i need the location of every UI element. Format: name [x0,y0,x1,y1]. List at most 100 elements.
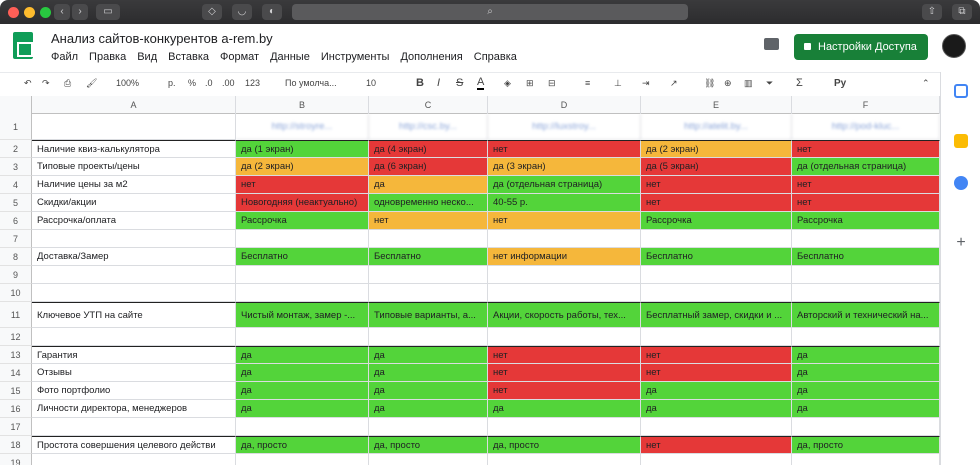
cell-a2[interactable]: Наличие квиз-калькулятора [32,140,236,158]
cell-d3[interactable]: да (3 экран) [488,158,641,176]
cell-f1[interactable]: http://pod-kluc... [792,114,940,140]
row-number[interactable]: 2 [0,140,32,158]
column-header-a[interactable]: A [32,96,236,114]
pocket-icon[interactable]: ◡ [232,4,252,20]
cell-f8[interactable]: Бесплатно [792,248,940,266]
italic-button[interactable]: I [437,77,440,89]
row-number[interactable]: 3 [0,158,32,176]
cell-f17[interactable] [792,418,940,436]
insert-comment-icon[interactable]: ⊕ [724,78,732,89]
document-title[interactable]: Анализ сайтов-конкурентов a-rem.by [51,31,273,46]
select-all-corner[interactable] [0,96,32,114]
cell-a1[interactable] [32,114,236,140]
percent-format-button[interactable]: % [188,78,196,88]
cell-a9[interactable] [32,266,236,284]
cell-b16[interactable]: да [236,400,369,418]
cell-b19[interactable] [236,454,369,465]
menu-data[interactable]: Данные [270,51,310,63]
cell-c17[interactable] [369,418,488,436]
cell-a7[interactable] [32,230,236,248]
menu-addons[interactable]: Дополнения [400,51,462,63]
cell-d10[interactable] [488,284,641,302]
cell-c14[interactable]: да [369,364,488,382]
cell-e16[interactable]: да [641,400,792,418]
cell-c2[interactable]: да (4 экран) [369,140,488,158]
row-number[interactable]: 6 [0,212,32,230]
filter-icon[interactable]: ⏷ [766,78,773,89]
strikethrough-button[interactable]: S [456,77,463,89]
insert-link-icon[interactable]: ⛓ [704,78,715,89]
cell-b18[interactable]: да, просто [236,436,369,454]
cell-f3[interactable]: да (отдельная страница) [792,158,940,176]
cell-a12[interactable] [32,328,236,346]
cell-d19[interactable] [488,454,641,465]
currency-format-button[interactable]: р. [168,78,176,88]
cell-b1[interactable]: http://stroyre... [236,114,369,140]
cell-f14[interactable]: да [792,364,940,382]
cell-c3[interactable]: да (6 экран) [369,158,488,176]
row-number[interactable]: 16 [0,400,32,418]
cell-e12[interactable] [641,328,792,346]
menu-insert[interactable]: Вставка [168,51,209,63]
increase-decimal-button[interactable]: .00 [222,78,235,88]
paint-format-icon[interactable]: 🖌 [86,78,97,89]
print-icon[interactable]: ⎙ [64,78,71,89]
collapse-menu-icon[interactable]: ⌃ [922,78,930,89]
cell-b8[interactable]: Бесплатно [236,248,369,266]
cell-e10[interactable] [641,284,792,302]
redo-icon[interactable]: ↷ [42,78,50,89]
more-formats-button[interactable]: 123 [245,78,260,88]
cell-c16[interactable]: да [369,400,488,418]
cell-a16[interactable]: Личности директора, менеджеров [32,400,236,418]
cell-c8[interactable]: Бесплатно [369,248,488,266]
cell-e15[interactable]: да [641,382,792,400]
tabs-icon[interactable]: ⧉ [952,4,972,20]
cell-c10[interactable] [369,284,488,302]
cell-f7[interactable] [792,230,940,248]
avatar[interactable] [942,34,966,58]
menu-format[interactable]: Формат [220,51,259,63]
cell-a18[interactable]: Простота совершения целевого действи [32,436,236,454]
cell-f11[interactable]: Авторский и технический на... [792,302,940,328]
cell-c9[interactable] [369,266,488,284]
cell-b2[interactable]: да (1 экран) [236,140,369,158]
cell-c7[interactable] [369,230,488,248]
row-number[interactable]: 8 [0,248,32,266]
cell-f5[interactable]: нет [792,194,940,212]
cell-f9[interactable] [792,266,940,284]
cell-a4[interactable]: Наличие цены за м2 [32,176,236,194]
text-rotate-icon[interactable]: ↗ [670,78,678,89]
cell-d13[interactable]: нет [488,346,641,364]
cell-d1[interactable]: http://luxstroy... [488,114,641,140]
cell-b14[interactable]: да [236,364,369,382]
cell-e9[interactable] [641,266,792,284]
add-addon-icon[interactable]: + [954,235,968,251]
cell-b4[interactable]: нет [236,176,369,194]
cell-f18[interactable]: да, просто [792,436,940,454]
zoom-window-icon[interactable] [40,7,51,18]
cell-d8[interactable]: нет информации [488,248,641,266]
cell-a11[interactable]: Ключевое УТП на сайте [32,302,236,328]
cell-e1[interactable]: http://atelit.by... [641,114,792,140]
font-family-select[interactable]: По умолча... [285,78,337,88]
cell-f16[interactable]: да [792,400,940,418]
menu-help[interactable]: Справка [474,51,517,63]
cell-b7[interactable] [236,230,369,248]
cell-f19[interactable] [792,454,940,465]
sheets-logo-icon[interactable] [13,32,33,59]
cell-a5[interactable]: Скидки/акции [32,194,236,212]
merge-cells-icon[interactable]: ⊟ [548,78,556,89]
cell-e17[interactable] [641,418,792,436]
cell-d9[interactable] [488,266,641,284]
cell-a10[interactable] [32,284,236,302]
font-size-select[interactable]: 10 [366,78,376,88]
cell-c13[interactable]: да [369,346,488,364]
menu-view[interactable]: Вид [137,51,157,63]
cell-c19[interactable] [369,454,488,465]
cell-c1[interactable]: http://csc.by... [369,114,488,140]
cell-f6[interactable]: Рассрочка [792,212,940,230]
cell-b5[interactable]: Новогодняя (неактуально) [236,194,369,212]
fill-color-icon[interactable]: ◈ [504,78,511,89]
cell-b11[interactable]: Чистый монтаж, замер -... [236,302,369,328]
cell-b13[interactable]: да [236,346,369,364]
